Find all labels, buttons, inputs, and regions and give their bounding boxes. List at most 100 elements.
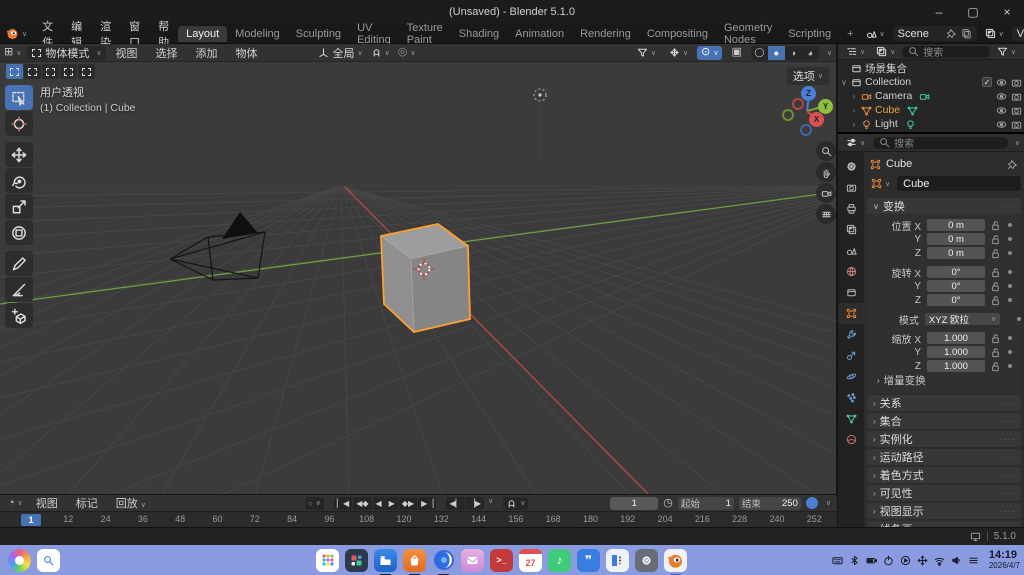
scale-z-field[interactable]: 1.000 bbox=[927, 360, 985, 372]
shading-material-icon[interactable]: ◑ bbox=[785, 46, 802, 60]
workspace-tab-modeling[interactable]: Modeling bbox=[227, 26, 288, 42]
camera-view-icon[interactable] bbox=[816, 183, 836, 203]
outliner-display-mode-icon[interactable]: ∨ bbox=[872, 46, 899, 57]
scene-icon[interactable]: ∨ bbox=[862, 28, 889, 39]
outliner-filter-icon[interactable]: ∨ bbox=[993, 46, 1020, 57]
gizmo-axis-y-neg[interactable] bbox=[782, 109, 794, 121]
tray-expand-icon[interactable] bbox=[968, 555, 979, 566]
prev-keyframe-button[interactable]: ◀◆ bbox=[353, 496, 372, 510]
outliner-cube-row[interactable]: › Cube bbox=[840, 103, 1022, 117]
animate-dot[interactable] bbox=[1008, 223, 1012, 227]
overlays-toggle-icon[interactable]: ⊙ ∨ bbox=[697, 45, 723, 60]
tool-add-cube-icon[interactable] bbox=[5, 303, 33, 328]
animate-dot[interactable] bbox=[1008, 298, 1012, 302]
snap-magnet-icon[interactable]: ∨ bbox=[367, 47, 394, 58]
blender-logo-icon[interactable]: ∨ bbox=[0, 27, 33, 40]
scale-x-field[interactable]: 1.000 bbox=[927, 332, 985, 344]
launcher-icon[interactable] bbox=[8, 548, 31, 572]
tab-world[interactable] bbox=[838, 261, 864, 282]
shading-solid-icon[interactable]: ● bbox=[767, 45, 785, 60]
location-y-field[interactable]: 0 m bbox=[927, 233, 985, 245]
proportional-editing-icon[interactable]: ◎ ∨ bbox=[394, 47, 420, 58]
animate-dot[interactable] bbox=[1008, 336, 1012, 340]
animate-dot[interactable] bbox=[1008, 350, 1012, 354]
panel-motion-paths[interactable]: › 运动路径 ···· bbox=[867, 449, 1021, 465]
viewport-menu-add[interactable]: 添加 bbox=[186, 45, 226, 61]
tab-scene[interactable] bbox=[838, 240, 864, 261]
outliner-collection-row[interactable]: ∨ Collection ✓ bbox=[840, 75, 1022, 89]
viewport-menu-select[interactable]: 选择 bbox=[146, 45, 186, 61]
step-forward-button[interactable]: ▕▶ bbox=[465, 496, 485, 510]
power-icon[interactable] bbox=[883, 555, 894, 566]
tab-view-layer[interactable] bbox=[838, 219, 864, 240]
location-z-field[interactable]: 0 m bbox=[927, 247, 985, 259]
mail-icon[interactable] bbox=[461, 548, 484, 572]
disable-render-icon[interactable] bbox=[1011, 105, 1022, 116]
select-extend-variant-icon[interactable] bbox=[24, 64, 41, 79]
hide-eye-icon[interactable] bbox=[996, 91, 1007, 102]
object-id-icon[interactable]: ∨ bbox=[867, 178, 894, 189]
gizmo-axis-z-neg[interactable] bbox=[800, 124, 812, 136]
select-box-variant-icon[interactable] bbox=[6, 64, 23, 79]
workspace-tab-shading[interactable]: Shading bbox=[451, 26, 507, 42]
desktop-search-icon[interactable] bbox=[37, 548, 60, 572]
tool-cursor-icon[interactable] bbox=[5, 111, 33, 136]
panel-grip[interactable]: ···· bbox=[999, 201, 1015, 211]
xray-toggle-icon[interactable]: ▣ bbox=[727, 47, 745, 58]
gizmo-axis-x[interactable]: X bbox=[809, 112, 824, 127]
browser-icon[interactable] bbox=[432, 549, 455, 575]
lock-icon[interactable] bbox=[990, 295, 1001, 306]
workspace-tab-rendering[interactable]: Rendering bbox=[572, 26, 639, 42]
tab-tool[interactable] bbox=[838, 156, 864, 177]
animate-dot[interactable] bbox=[1008, 237, 1012, 241]
animate-dot[interactable] bbox=[1008, 251, 1012, 255]
lock-icon[interactable] bbox=[990, 281, 1001, 292]
select-invert-variant-icon[interactable] bbox=[60, 64, 77, 79]
animate-dot[interactable] bbox=[1008, 364, 1012, 368]
lock-icon[interactable] bbox=[990, 220, 1001, 231]
settings-gear-icon[interactable] bbox=[635, 548, 658, 572]
outliner-scene-collection-row[interactable]: 场景集合 bbox=[840, 61, 1022, 75]
gizmo-axis-x-neg[interactable] bbox=[792, 98, 804, 110]
hide-eye-icon[interactable] bbox=[996, 119, 1007, 130]
tab-object-data[interactable] bbox=[838, 408, 864, 429]
tool-annotate-icon[interactable] bbox=[5, 251, 33, 276]
panel-visibility[interactable]: › 可见性 ···· bbox=[867, 485, 1021, 501]
file-manager-icon[interactable] bbox=[374, 548, 397, 575]
tab-particles[interactable] bbox=[838, 387, 864, 408]
viewport-menu-object[interactable]: 物体 bbox=[226, 45, 266, 61]
properties-search-input[interactable]: 搜索 bbox=[873, 136, 1008, 150]
playhead-current-frame[interactable]: 1 bbox=[21, 514, 41, 526]
timeline-ruler[interactable]: 1 12 24 36 48 60 72 84 96 108 120 132 144 156 168 180 19… bbox=[0, 511, 837, 527]
close-button[interactable]: × bbox=[990, 0, 1024, 24]
timeline-menu-marker[interactable]: 标记 bbox=[67, 495, 107, 511]
tab-material[interactable] bbox=[838, 429, 864, 450]
play-reverse-button[interactable]: ◀ bbox=[372, 496, 385, 510]
gizmo-axis-z[interactable]: Z bbox=[801, 86, 816, 101]
animate-dot[interactable] bbox=[1017, 317, 1021, 321]
tool-rotate-icon[interactable] bbox=[5, 168, 33, 193]
disable-render-icon[interactable] bbox=[1011, 77, 1022, 88]
jump-to-start-button[interactable]: ▏◀ bbox=[333, 496, 353, 510]
tool-select-box-icon[interactable] bbox=[5, 85, 33, 110]
hide-eye-icon[interactable] bbox=[996, 105, 1007, 116]
tool-move-icon[interactable] bbox=[5, 142, 33, 167]
wifi-icon[interactable] bbox=[934, 555, 945, 566]
scale-y-field[interactable]: 1.000 bbox=[927, 346, 985, 358]
lock-icon[interactable] bbox=[990, 234, 1001, 245]
minimize-button[interactable]: – bbox=[922, 0, 956, 24]
workspace-tab-scripting[interactable]: Scripting bbox=[780, 26, 839, 42]
properties-header-dropdown[interactable]: ∨ bbox=[1015, 139, 1020, 147]
tab-modifiers[interactable] bbox=[838, 324, 864, 345]
delta-transform-panel-header[interactable]: › 增量变换 bbox=[867, 373, 1021, 388]
mode-dropdown[interactable]: 物体模式 ∨ bbox=[27, 45, 107, 60]
scene-selector[interactable]: Scene bbox=[892, 26, 977, 41]
gizmos-toggle-icon[interactable]: ∨ bbox=[665, 47, 692, 58]
frame-start-field[interactable]: 起始 1 bbox=[677, 496, 734, 510]
widgets-icon[interactable] bbox=[345, 548, 368, 572]
play-circle-icon[interactable] bbox=[900, 555, 911, 566]
rotation-z-field[interactable]: 0° bbox=[927, 294, 985, 306]
panel-viewport-display[interactable]: › 视图显示 ···· bbox=[867, 503, 1021, 519]
tab-physics[interactable] bbox=[838, 366, 864, 387]
music-icon[interactable]: ♪ bbox=[548, 548, 571, 572]
